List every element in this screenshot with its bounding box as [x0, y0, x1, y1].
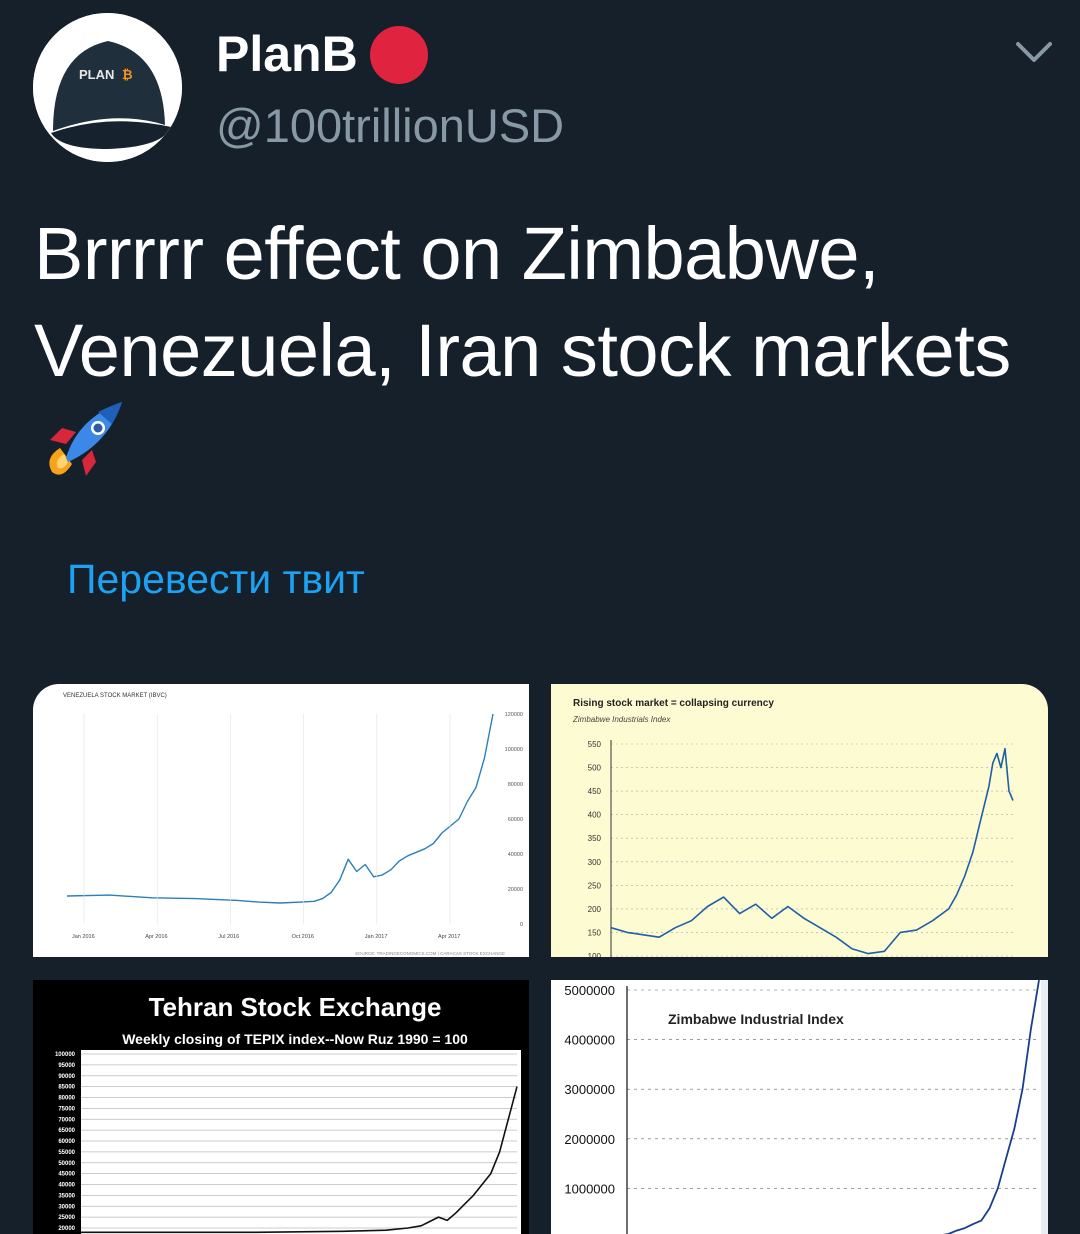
y-tick-label: 55000 [58, 1150, 75, 1156]
y-tick-label: 3000000 [564, 1082, 615, 1097]
y-tick-label: 35000 [58, 1193, 75, 1199]
y-tick-label: 5000000 [564, 983, 615, 998]
y-tick-label: 50000 [58, 1161, 75, 1167]
media-tehran-chart[interactable]: Tehran Stock Exchange Weekly closing of … [33, 980, 529, 1234]
y-tick-label: 80000 [58, 1096, 75, 1102]
translate-tweet-link[interactable]: Перевести твит [67, 553, 365, 605]
y-tick-label: 60000 [508, 817, 523, 823]
rocket-icon [49, 402, 122, 476]
y-tick-label: 300 [588, 858, 602, 867]
cap-image: PLAN ₿ [33, 13, 182, 162]
y-tick-label: 60000 [58, 1139, 75, 1145]
tweet-text-line-1: Brrrrr effect on Zimbabwe, [34, 212, 880, 295]
chevron-down-icon[interactable] [1012, 36, 1056, 72]
series-line [66, 713, 494, 904]
y-tick-label: 20000 [508, 887, 523, 893]
y-tick-label: 75000 [58, 1106, 75, 1112]
y-tick-label: 450 [588, 787, 602, 796]
y-tick-label: 100000 [505, 747, 523, 753]
x-tick-label: Jan 2016 [72, 934, 95, 940]
red-circle-emoji [370, 26, 428, 84]
y-tick-label: 90000 [58, 1074, 75, 1080]
y-tick-label: 550 [588, 740, 602, 749]
y-tick-label: 200 [588, 905, 602, 914]
tehran-chart-title: Tehran Stock Exchange [149, 992, 442, 1022]
x-tick-label: Jul 2016 [218, 934, 239, 940]
tehran-chart-subtitle: Weekly closing of TEPIX index--Now Ruz 1… [122, 1031, 468, 1047]
y-tick-label: 65000 [58, 1128, 75, 1134]
y-tick-label: 0 [520, 922, 523, 928]
y-tick-label: 85000 [58, 1085, 75, 1091]
media-venezuela-chart[interactable]: VENEZUELA STOCK MARKET (IBVC) SOURCE: TR… [33, 684, 529, 957]
zimbabwe-index-chart: Zimbabwe Industrial Index 1000000 2000000… [564, 980, 1048, 1234]
author-handle[interactable]: @100trillionUSD [216, 97, 564, 155]
tweet-text: Brrrrr effect on Zimbabwe, Venezuela, Ir… [34, 205, 1064, 399]
x-tick-label: Oct 2016 [292, 934, 314, 940]
y-tick-label: 120000 [505, 712, 523, 718]
y-tick-label: 45000 [58, 1172, 75, 1178]
zimbabwe-chart-title: Rising stock market = collapsing currenc… [573, 698, 774, 709]
series-line [610, 747, 1014, 955]
x-tick-label: Jan 2017 [365, 934, 388, 940]
author-name[interactable]: PlanB [216, 25, 358, 83]
y-tick-label: 30000 [58, 1204, 75, 1210]
y-tick-label: 40000 [58, 1183, 75, 1189]
venezuela-chart: VENEZUELA STOCK MARKET (IBVC) SOURCE: TR… [63, 693, 523, 956]
zimbabwe-index-title: Zimbabwe Industrial Index [668, 1011, 844, 1027]
y-tick-label: 70000 [58, 1117, 75, 1123]
right-edge-strip [1041, 980, 1048, 1234]
zimbabwe-industrials-chart: Rising stock market = collapsing currenc… [572, 698, 1014, 957]
y-tick-label: 20000 [58, 1226, 75, 1232]
y-tick-label: 350 [588, 834, 602, 843]
media-zimbabwe-industrials-chart[interactable]: Rising stock market = collapsing currenc… [551, 684, 1048, 957]
y-tick-label: 1000000 [564, 1181, 615, 1196]
svg-text:₿: ₿ [122, 67, 133, 82]
tweet-text-line-2: Venezuela, Iran stock markets [34, 309, 1011, 392]
y-tick-label: 150 [588, 928, 602, 937]
avatar-text: PLAN [79, 67, 114, 82]
media-zimbabwe-index-chart[interactable]: Zimbabwe Industrial Index 1000000 2000000… [551, 980, 1048, 1234]
y-tick-label: 2000000 [564, 1132, 615, 1147]
y-tick-label: 95000 [58, 1063, 75, 1069]
tehran-chart: Tehran Stock Exchange Weekly closing of … [55, 992, 521, 1234]
y-tick-label: 500 [588, 764, 602, 773]
y-tick-label: 4000000 [564, 1033, 615, 1048]
y-tick-label: 250 [588, 881, 602, 890]
y-tick-label: 40000 [508, 852, 523, 858]
y-tick-label: 25000 [58, 1215, 75, 1221]
y-tick-label: 80000 [508, 782, 523, 788]
x-tick-label: Apr 2016 [145, 934, 167, 940]
x-tick-label: Apr 2017 [438, 934, 460, 940]
venezuela-chart-title: VENEZUELA STOCK MARKET (IBVC) [63, 693, 167, 699]
y-tick-label: 100000 [55, 1052, 76, 1058]
y-tick-label: 100 [588, 952, 602, 957]
avatar[interactable]: PLAN ₿ [33, 13, 182, 162]
venezuela-chart-source: SOURCE: TRADINGECONOMICS.COM | CARACAS S… [355, 951, 505, 956]
zimbabwe-chart-subtitle: Zimbabwe Industrials Index [572, 715, 671, 724]
media-grid: VENEZUELA STOCK MARKET (IBVC) SOURCE: TR… [33, 684, 1048, 1234]
y-tick-label: 400 [588, 811, 602, 820]
